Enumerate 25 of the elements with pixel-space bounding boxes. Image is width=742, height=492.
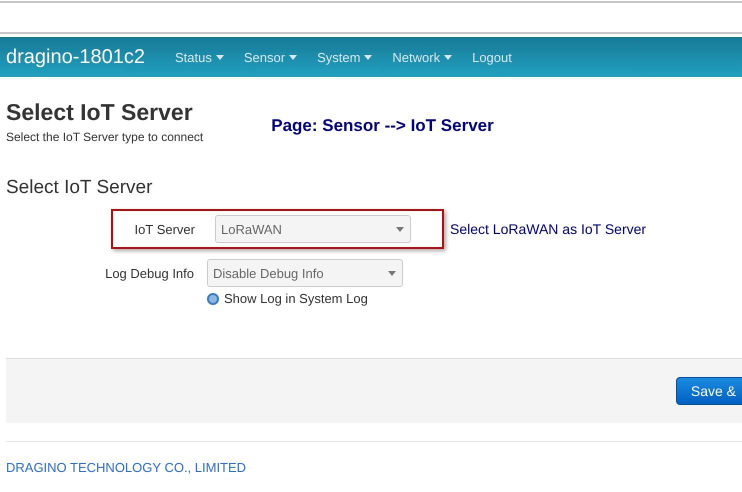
field-label: Log Debug Info [104, 266, 194, 280]
annotation-text: Page: Sensor --> IoT Server [271, 116, 494, 136]
nav-menu[interactable]: Logout [472, 50, 512, 64]
page-subtitle: Select the IoT Server type to connect [6, 130, 204, 144]
brand-title: dragino-1801c2 [6, 46, 145, 68]
section-title: Select IoT Server [6, 177, 154, 199]
annotation-text: Select LoRaWAN as IoT Server [450, 221, 646, 237]
select-field[interactable]: LoRaWAN [215, 215, 411, 243]
page-title: Select IoT Server [6, 99, 194, 126]
caret-icon [388, 270, 396, 276]
help-icon [207, 292, 219, 304]
caret-icon [444, 54, 452, 60]
nav-menu[interactable]: Status [175, 50, 224, 64]
footer-text: DRAGINO TECHNOLOGY CO., LIMITED [6, 460, 248, 475]
select-field[interactable]: Disable Debug Info [207, 259, 403, 287]
nav-menu[interactable]: Sensor [244, 50, 298, 64]
nav-menu[interactable]: Network [392, 50, 452, 64]
caret-icon [364, 54, 372, 60]
caret-icon [396, 226, 404, 232]
caret-icon [289, 54, 298, 60]
field-label: IoT Server [134, 222, 195, 236]
save-button[interactable]: Save & [676, 377, 742, 405]
nav-menu[interactable]: System [317, 50, 372, 64]
caret-icon [216, 54, 224, 60]
help-text: Show Log in System Log [224, 291, 368, 306]
